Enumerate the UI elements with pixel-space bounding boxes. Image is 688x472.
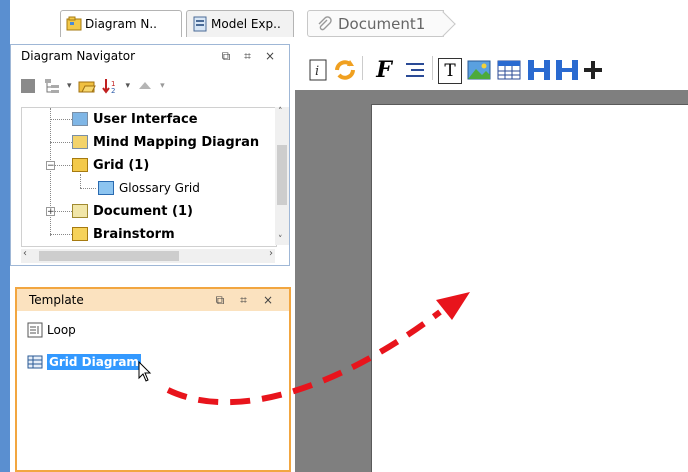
tree-vertical-scrollbar[interactable]: ˄ ˅ bbox=[275, 107, 289, 245]
tab-diagram-navigator[interactable]: Diagram N.. bbox=[60, 10, 182, 37]
template-item-loop[interactable]: Loop bbox=[27, 319, 76, 341]
pin-icon[interactable]: ⌗ bbox=[244, 49, 251, 64]
tab-label: Document1 bbox=[338, 14, 426, 33]
diagram-tree: − + User Interface Mind Mapping Diagran … bbox=[21, 107, 277, 247]
refresh-icon[interactable] bbox=[332, 56, 358, 84]
grid-diagram-icon bbox=[27, 355, 43, 369]
scroll-right-icon[interactable]: › bbox=[269, 248, 273, 259]
tab-model-explorer[interactable]: Model Exp.. bbox=[186, 10, 294, 37]
tree-item-label: User Interface bbox=[93, 111, 198, 127]
template-item-grid-diagram[interactable]: Grid Diagram bbox=[27, 351, 141, 373]
close-icon[interactable]: × bbox=[265, 49, 275, 64]
toolbar-separator bbox=[362, 56, 363, 80]
restore-icon[interactable]: ⧉ bbox=[216, 293, 225, 308]
tree-item-label: Document (1) bbox=[93, 203, 193, 219]
panel-controls: ⧉ ⌗ × bbox=[216, 293, 273, 308]
navigator-toolbar: ▾ 12 ▾ ▾ bbox=[11, 67, 289, 105]
tree-horizontal-scrollbar[interactable]: ‹ › bbox=[21, 248, 275, 263]
image-icon[interactable] bbox=[466, 56, 492, 84]
mouse-cursor-icon bbox=[138, 361, 152, 382]
folder-open-icon bbox=[72, 158, 88, 172]
tab-label: Diagram N.. bbox=[85, 17, 157, 31]
table-icon[interactable] bbox=[496, 56, 522, 84]
list-icon[interactable] bbox=[402, 56, 428, 84]
tree-item-document[interactable]: Document (1) bbox=[72, 200, 193, 222]
loop-icon bbox=[27, 322, 43, 338]
diagram-navigator-panel: Diagram Navigator ⧉ ⌗ × ▾ 12 ▾ ▾ − + Use… bbox=[10, 44, 290, 266]
toolbar-separator bbox=[432, 56, 433, 80]
tree-item-user-interface[interactable]: User Interface bbox=[72, 108, 198, 130]
chevron-down-icon[interactable]: ▾ bbox=[126, 81, 131, 91]
scroll-up-icon[interactable]: ˄ bbox=[278, 107, 283, 117]
tree-item-label: Mind Mapping Diagran bbox=[93, 134, 260, 150]
collapse-toggle[interactable]: − bbox=[46, 161, 55, 171]
tree-item-glossary-grid[interactable]: Glossary Grid bbox=[98, 177, 200, 199]
document-page[interactable] bbox=[371, 104, 688, 472]
panel-controls: ⧉ ⌗ × bbox=[222, 49, 275, 64]
paperclip-icon bbox=[318, 16, 332, 31]
model-explorer-icon bbox=[193, 16, 207, 32]
template-panel: Template ⧉ ⌗ × Loop Grid Diagram bbox=[15, 287, 291, 472]
grid-icon bbox=[98, 181, 114, 195]
brainstorm-icon bbox=[72, 227, 88, 241]
tree-item-label: Grid (1) bbox=[93, 157, 150, 173]
tab-document[interactable]: Document1 bbox=[307, 10, 445, 37]
text-button[interactable]: T bbox=[438, 58, 462, 84]
new-diagram-icon[interactable] bbox=[19, 77, 37, 95]
left-window-edge bbox=[0, 0, 10, 472]
scrollbar-thumb[interactable] bbox=[277, 145, 287, 205]
scrollbar-thumb[interactable] bbox=[39, 251, 179, 261]
chevron-down-icon[interactable]: ▾ bbox=[67, 81, 72, 91]
mind-mapping-icon bbox=[72, 135, 88, 149]
restore-icon[interactable]: ⧉ bbox=[222, 49, 231, 64]
column-left-icon[interactable] bbox=[526, 56, 552, 84]
font-button[interactable]: F bbox=[372, 56, 396, 84]
template-item-label: Grid Diagram bbox=[47, 354, 141, 370]
user-interface-icon bbox=[72, 112, 88, 126]
up-icon[interactable] bbox=[136, 77, 154, 95]
tab-label: Model Exp.. bbox=[211, 17, 281, 31]
info-icon[interactable]: i bbox=[308, 56, 328, 84]
document-toolbar: i F T bbox=[290, 44, 688, 90]
tree-item-mind-mapping[interactable]: Mind Mapping Diagran bbox=[72, 131, 259, 153]
svg-text:i: i bbox=[315, 64, 319, 79]
sort-icon[interactable]: 12 bbox=[101, 77, 120, 95]
expand-toggle[interactable]: + bbox=[46, 207, 55, 217]
tree-item-label: Glossary Grid bbox=[119, 181, 200, 195]
scroll-left-icon[interactable]: ‹ bbox=[23, 248, 27, 259]
scroll-down-icon[interactable]: ˅ bbox=[278, 235, 283, 245]
svg-text:2: 2 bbox=[111, 87, 115, 95]
panel-title-text: Template bbox=[29, 293, 84, 307]
tree-item-brainstorm[interactable]: Brainstorm bbox=[72, 223, 175, 245]
pin-icon[interactable]: ⌗ bbox=[240, 293, 247, 308]
open-folder-icon[interactable] bbox=[78, 77, 96, 95]
tree-view-icon[interactable] bbox=[43, 77, 61, 95]
column-right-icon[interactable] bbox=[554, 56, 580, 84]
chevron-down-icon[interactable]: ▾ bbox=[160, 81, 165, 91]
close-icon[interactable]: × bbox=[263, 293, 273, 308]
tree-item-grid[interactable]: Grid (1) bbox=[72, 154, 149, 176]
template-item-label: Loop bbox=[47, 323, 76, 337]
tree-item-label: Brainstorm bbox=[93, 226, 175, 242]
add-icon[interactable] bbox=[582, 56, 604, 84]
tab-strip: Diagram N.. Model Exp.. Document1 bbox=[10, 0, 688, 44]
diagram-navigator-icon bbox=[66, 16, 82, 31]
document-icon bbox=[72, 204, 88, 218]
